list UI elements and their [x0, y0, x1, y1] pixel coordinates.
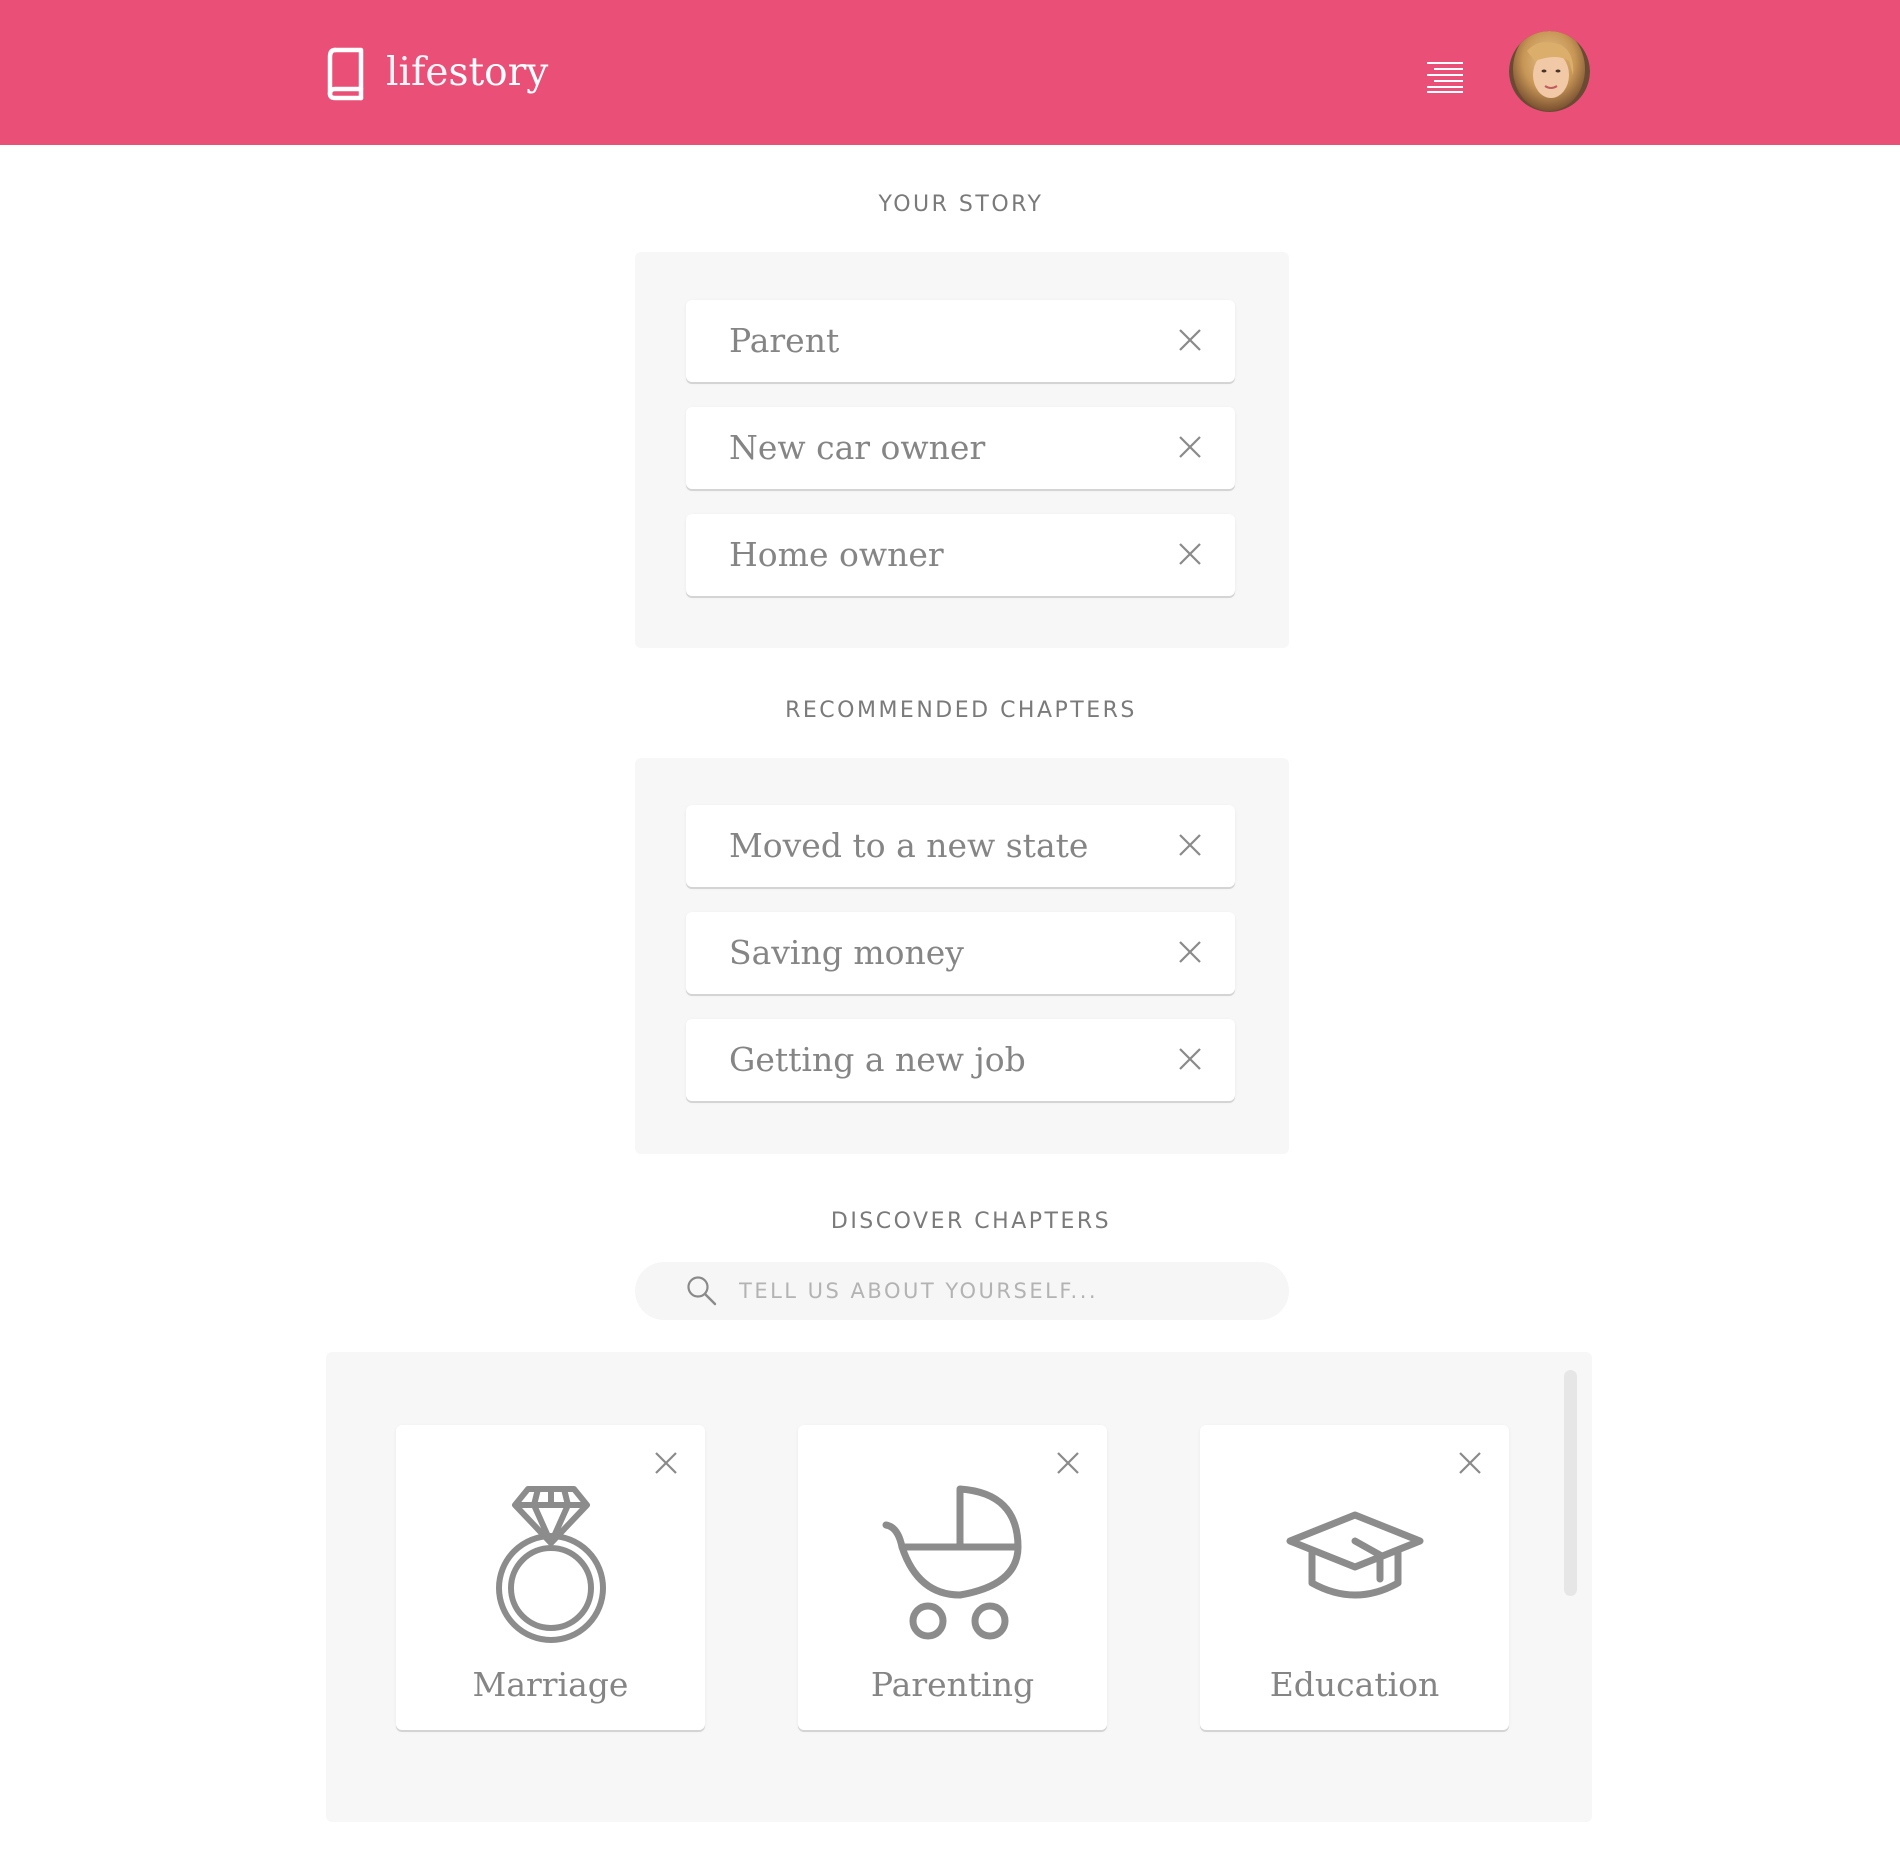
close-icon[interactable] [1458, 1451, 1482, 1475]
your-story-heading: YOUR STORY [878, 192, 1044, 217]
top-bar: lifestory [0, 0, 1900, 145]
discover-panel: Marriage Parenting Education [326, 1352, 1592, 1822]
book-icon [327, 47, 364, 101]
chapter-card-education[interactable]: Education [1200, 1425, 1509, 1730]
story-chip-new-car-owner[interactable]: New car owner [686, 407, 1235, 489]
recommended-heading: RECOMMENDED CHAPTERS [785, 698, 1137, 723]
recommended-chip-saving-money[interactable]: Saving money [686, 912, 1235, 994]
card-label: Parenting [870, 1665, 1035, 1704]
scrollbar-thumb[interactable] [1564, 1370, 1577, 1596]
logo-text-light: life [386, 50, 449, 95]
discover-search[interactable] [635, 1262, 1289, 1320]
chip-label: Parent [729, 321, 840, 360]
menu-icon[interactable] [1426, 61, 1464, 93]
chip-label: Home owner [729, 535, 944, 574]
discover-heading: DISCOVER CHAPTERS [830, 1209, 1112, 1234]
chip-label: Moved to a new state [729, 826, 1089, 865]
close-icon[interactable] [1177, 327, 1203, 353]
story-chip-parent[interactable]: Parent [686, 300, 1235, 382]
chip-label: New car owner [729, 428, 986, 467]
card-label: Marriage [472, 1665, 629, 1704]
chip-label: Saving money [729, 933, 964, 972]
recommended-chip-new-job[interactable]: Getting a new job [686, 1019, 1235, 1101]
close-icon[interactable] [1177, 832, 1203, 858]
search-icon [687, 1276, 717, 1306]
close-icon[interactable] [1177, 939, 1203, 965]
close-icon[interactable] [1177, 1046, 1203, 1072]
card-label: Education [1269, 1665, 1440, 1704]
your-story-panel: Parent New car owner Home owner [635, 252, 1289, 648]
chip-label: Getting a new job [729, 1040, 1026, 1079]
stroller-icon [882, 1485, 1021, 1640]
app-logo[interactable]: lifestory [386, 48, 548, 98]
search-input[interactable] [739, 1262, 1259, 1320]
close-icon[interactable] [1056, 1451, 1080, 1475]
chapter-card-marriage[interactable]: Marriage [396, 1425, 705, 1730]
close-icon[interactable] [1177, 434, 1203, 460]
recommended-panel: Moved to a new state Saving money Gettin… [635, 758, 1289, 1154]
user-avatar[interactable] [1509, 31, 1590, 112]
ring-icon [495, 1486, 606, 1643]
chapter-card-parenting[interactable]: Parenting [798, 1425, 1107, 1730]
recommended-chip-moved-state[interactable]: Moved to a new state [686, 805, 1235, 887]
close-icon[interactable] [1177, 541, 1203, 567]
story-chip-home-owner[interactable]: Home owner [686, 514, 1235, 596]
logo-text-bold: story [448, 50, 549, 95]
close-icon[interactable] [654, 1451, 678, 1475]
graduation-cap-icon [1286, 1511, 1423, 1599]
